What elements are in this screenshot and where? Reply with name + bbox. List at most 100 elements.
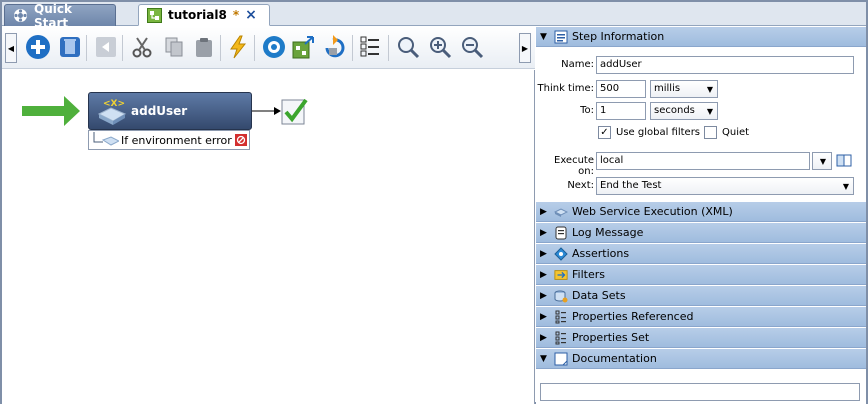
separator: [388, 35, 389, 61]
section-title: Assertions: [572, 247, 630, 260]
step-info-form: Name: addUser Think time: 500 millis ▼ T…: [536, 49, 866, 199]
think-time-field[interactable]: 500: [596, 80, 646, 98]
tab-label: Quick Start: [34, 1, 72, 30]
assertion-diamond-icon: [554, 246, 568, 261]
next-step-select[interactable]: End the Test ▼: [596, 177, 854, 195]
section-filters[interactable]: ▶ Filters: [536, 265, 866, 285]
select-value: End the Test: [600, 180, 662, 191]
think-time-label: Think time:: [537, 83, 595, 94]
editor-tab-bar: Quick Start tutorial8 * ×: [2, 2, 866, 30]
close-icon[interactable]: ×: [245, 7, 257, 23]
section-title: Web Service Execution (XML): [572, 205, 733, 218]
separator: [86, 35, 87, 61]
collapsed-triangle-icon: ▶: [540, 227, 547, 238]
dropdown-arrow-icon: ▼: [706, 85, 713, 94]
scroll-right-icon[interactable]: ▶: [519, 33, 531, 63]
delete-icon[interactable]: [56, 33, 84, 61]
global-filters-label: Use global filters: [616, 127, 701, 138]
branch-icon: [93, 132, 119, 146]
back-icon[interactable]: [92, 33, 120, 61]
section-title: Filters: [572, 268, 605, 281]
to-field[interactable]: 1: [596, 102, 646, 120]
section-properties-referenced[interactable]: ▶ Properties Referenced: [536, 307, 866, 327]
svg-text:<X>: <X>: [103, 99, 125, 109]
next-label: Next:: [567, 180, 594, 191]
workflow-canvas[interactable]: <X> addUser If environment error: [2, 70, 535, 404]
modified-indicator: *: [232, 8, 240, 22]
zoom-out-icon[interactable]: [458, 33, 486, 61]
section-step-information[interactable]: ▼ Step Information: [536, 27, 866, 47]
documentation-field[interactable]: [540, 383, 860, 401]
web-service-icon: [554, 205, 568, 219]
section-properties-set[interactable]: ▶ Properties Set: [536, 328, 866, 348]
settings-icon[interactable]: [260, 33, 288, 61]
execute-on-label: Execute on:: [554, 155, 594, 177]
collapsed-triangle-icon: ▶: [540, 269, 547, 280]
section-log-message[interactable]: ▶ Log Message: [536, 223, 866, 243]
export-icon[interactable]: [290, 33, 318, 61]
document-icon: [554, 352, 568, 366]
separator: [254, 35, 255, 61]
dropdown-arrow-icon: ▼: [819, 157, 826, 166]
info-list-icon: [554, 30, 568, 44]
name-field[interactable]: addUser: [596, 56, 854, 74]
tab-quick-start[interactable]: Quick Start: [4, 2, 116, 30]
section-data-sets[interactable]: ▶ Data Sets: [536, 286, 866, 306]
quiet-label: Quiet: [722, 127, 750, 138]
separator: [220, 35, 221, 61]
error-handler-row[interactable]: If environment error: [88, 130, 250, 150]
copy-icon[interactable]: [160, 33, 188, 61]
tab-label: tutorial8: [168, 8, 227, 22]
global-filters-checkbox[interactable]: ✓: [598, 126, 611, 139]
lightning-icon[interactable]: [224, 33, 252, 61]
execute-on-dropdown[interactable]: ▼: [812, 152, 832, 170]
dropdown-arrow-icon: ▼: [706, 107, 713, 116]
end-test-icon: [281, 98, 308, 125]
expanded-triangle-icon: ▼: [540, 353, 547, 364]
collapsed-triangle-icon: ▶: [540, 206, 547, 217]
toolbar: ◀ ▶: [2, 27, 535, 69]
connector-arrowhead: [274, 107, 281, 115]
think-time-unit-select[interactable]: millis ▼: [650, 80, 718, 98]
section-title: Log Message: [572, 226, 644, 239]
properties-icon: [554, 331, 568, 345]
log-icon: [554, 226, 568, 240]
properties-icon: [554, 310, 568, 324]
collapsed-triangle-icon: ▶: [540, 290, 547, 301]
scroll-left-icon[interactable]: ◀: [5, 33, 17, 63]
section-documentation[interactable]: ▼ Documentation: [536, 349, 866, 369]
cut-icon[interactable]: [128, 33, 156, 61]
to-label: To:: [580, 105, 594, 116]
section-title: Properties Referenced: [572, 310, 694, 323]
name-label: Name:: [561, 59, 594, 70]
add-icon[interactable]: [24, 33, 52, 61]
section-web-service-execution[interactable]: ▶ Web Service Execution (XML): [536, 202, 866, 222]
dropdown-arrow-icon: ▼: [842, 182, 849, 191]
workflow-graph: [22, 96, 308, 126]
step-properties-panel: ▼ Step Information Name: addUser Think t…: [536, 27, 866, 404]
section-assertions[interactable]: ▶ Assertions: [536, 244, 866, 264]
expanded-triangle-icon: ▼: [540, 31, 547, 42]
step-node-adduser[interactable]: <X> addUser: [88, 92, 252, 130]
tab-tutorial8[interactable]: tutorial8 * ×: [138, 4, 270, 26]
app-frame: Quick Start tutorial8 * × ◀ ▶ <X> addUse…: [0, 0, 868, 404]
to-unit-select[interactable]: seconds ▼: [650, 102, 718, 120]
step-name: addUser: [131, 104, 188, 118]
gear-flower-icon: [13, 8, 28, 23]
collapsed-triangle-icon: ▶: [540, 332, 547, 343]
browse-icon[interactable]: [836, 152, 852, 170]
select-value: seconds: [654, 105, 695, 116]
separator: [352, 35, 353, 61]
zoom-in-icon[interactable]: [426, 33, 454, 61]
refresh-icon[interactable]: [320, 33, 348, 61]
paste-icon[interactable]: [190, 33, 218, 61]
collapsed-triangle-icon: ▶: [540, 311, 547, 322]
section-title: Data Sets: [572, 289, 626, 302]
web-service-icon: <X>: [97, 99, 127, 125]
zoom-icon[interactable]: [394, 33, 422, 61]
test-case-icon: [147, 7, 162, 23]
execute-on-field[interactable]: local: [596, 152, 810, 170]
properties-icon[interactable]: [356, 33, 384, 61]
quiet-checkbox[interactable]: [704, 126, 717, 139]
dataset-icon: [554, 289, 568, 303]
